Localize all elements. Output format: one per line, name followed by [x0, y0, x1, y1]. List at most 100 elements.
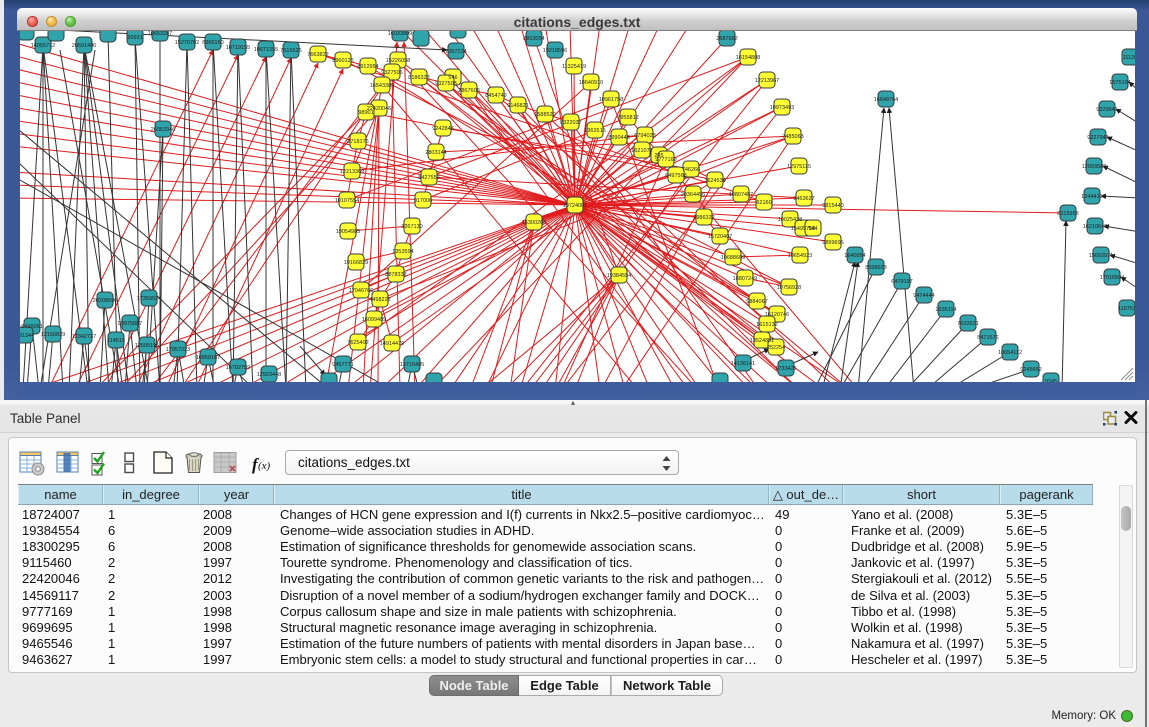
svg-text:7986322: 7986322 [693, 215, 714, 221]
svg-text:4498222: 4498222 [369, 297, 390, 303]
svg-text:9327508: 9327508 [435, 81, 456, 87]
svg-text:19166829: 19166829 [344, 260, 368, 266]
svg-text:8878332: 8878332 [385, 272, 406, 278]
svg-text:7515526: 7515526 [280, 48, 301, 54]
svg-text:1588520: 1588520 [534, 112, 555, 118]
svg-text:6966160: 6966160 [202, 40, 223, 46]
svg-text:10756928: 10756928 [777, 285, 801, 291]
svg-text:12505195: 12505195 [135, 343, 159, 349]
svg-text:6479197: 6479197 [891, 279, 912, 285]
svg-text:114519: 114519 [107, 338, 125, 344]
svg-text:16120746: 16120746 [765, 312, 789, 318]
svg-text:17016504: 17016504 [1100, 275, 1124, 281]
svg-text:1621072: 1621072 [631, 148, 652, 154]
svg-text:917006: 917006 [414, 198, 432, 204]
svg-text:7485063: 7485063 [782, 134, 803, 140]
svg-text:17957223: 17957223 [166, 347, 190, 353]
svg-text:8960125: 8960125 [332, 58, 353, 64]
svg-text:8813054: 8813054 [523, 36, 544, 42]
svg-text:8427552: 8427552 [418, 175, 439, 181]
svg-text:8990448: 8990448 [608, 135, 629, 141]
svg-text:(x): (x) [258, 460, 271, 472]
svg-text:10107554: 10107554 [335, 198, 359, 204]
svg-text:1362615: 1362615 [584, 128, 605, 134]
svg-text:3267130: 3267130 [401, 224, 422, 230]
svg-text:16154808: 16154808 [736, 55, 760, 61]
svg-text:20364456: 20364456 [681, 192, 705, 198]
svg-text:10719155: 10719155 [226, 45, 250, 51]
svg-text:8322037: 8322037 [560, 120, 581, 126]
svg-text:7663822: 7663822 [307, 52, 328, 58]
svg-text:17046766: 17046766 [349, 288, 373, 294]
svg-text:14055712: 14055712 [31, 43, 55, 49]
svg-text:13716485: 13716485 [400, 362, 424, 368]
svg-text:11325419: 11325419 [562, 64, 586, 70]
svg-text:8938923: 8938923 [865, 265, 886, 271]
svg-text:15276702: 15276702 [175, 40, 199, 46]
svg-text:15300203: 15300203 [522, 220, 546, 226]
svg-text:1615132: 1615132 [756, 322, 777, 328]
svg-text:10671355: 10671355 [254, 47, 278, 53]
svg-text:18807249: 18807249 [733, 276, 757, 282]
svg-text:26053346: 26053346 [151, 127, 175, 133]
svg-text:9329946: 9329946 [1096, 107, 1117, 113]
svg-text:99975887: 99975887 [118, 321, 142, 327]
svg-text:252254: 252254 [767, 345, 785, 351]
svg-text:16099489: 16099489 [362, 317, 386, 323]
svg-text:9474444: 9474444 [913, 293, 934, 299]
svg-text:6497568: 6497568 [665, 173, 686, 179]
svg-text:8186328: 8186328 [408, 75, 429, 81]
svg-text:15720407: 15720407 [708, 234, 732, 240]
svg-text:10958167: 10958167 [196, 355, 220, 361]
svg-text:3624534: 3624534 [704, 178, 725, 184]
svg-text:14136141: 14136141 [731, 361, 755, 367]
svg-text:13524851: 13524851 [750, 338, 774, 344]
svg-text:12093583: 12093583 [1082, 164, 1106, 170]
svg-text:9884067: 9884067 [746, 299, 767, 305]
svg-text:16210643: 16210643 [1083, 224, 1107, 230]
svg-text:10807487: 10807487 [729, 192, 753, 198]
svg-text:62160: 62160 [756, 200, 771, 206]
svg-text:9463627: 9463627 [793, 196, 814, 202]
svg-text:18640910: 18640910 [579, 80, 603, 86]
svg-text:10654112: 10654112 [998, 350, 1022, 356]
svg-text:10961758: 10961758 [599, 97, 623, 103]
svg-text:9327506: 9327506 [381, 70, 402, 76]
svg-text:12923448: 12923448 [257, 372, 281, 378]
svg-text:19724001: 19724001 [563, 203, 587, 209]
svg-text:19218596: 19218596 [543, 48, 567, 54]
svg-text:1733426: 1733426 [775, 366, 796, 372]
svg-text:15692971: 15692971 [1089, 253, 1113, 259]
svg-text:19384554: 19384554 [607, 273, 631, 279]
svg-text:8215958: 8215958 [1057, 211, 1078, 217]
svg-text:9815440: 9815440 [822, 203, 843, 209]
svg-text:7625402: 7625402 [347, 340, 368, 346]
svg-text:14914479: 14914479 [380, 341, 404, 347]
svg-text:16648764: 16648764 [874, 97, 898, 103]
svg-text:16033809: 16033809 [388, 31, 412, 37]
svg-text:11126: 11126 [1123, 55, 1135, 61]
svg-text:9777169: 9777169 [655, 157, 676, 163]
svg-text:9242848: 9242848 [432, 126, 453, 132]
svg-text:9245: 9245 [1045, 379, 1057, 382]
svg-text:12342737: 12342737 [72, 334, 96, 340]
svg-text:19054985: 19054985 [336, 229, 360, 235]
svg-text:116753: 116753 [1118, 306, 1135, 312]
svg-text:944: 944 [808, 226, 817, 232]
svg-text:10653287: 10653287 [148, 31, 172, 37]
svg-text:98901: 98901 [358, 110, 373, 116]
svg-text:20208596: 20208596 [93, 298, 117, 304]
svg-text:7357224: 7357224 [445, 49, 466, 55]
svg-text:19654923: 19654923 [788, 253, 812, 259]
svg-text:8435061: 8435061 [21, 324, 42, 330]
svg-text:7632621: 7632621 [957, 321, 978, 327]
svg-text:10025438: 10025438 [778, 217, 802, 223]
svg-text:2867608: 2867608 [458, 88, 479, 94]
svg-text:8454749: 8454749 [485, 93, 506, 99]
svg-text:12975115: 12975115 [787, 164, 811, 170]
svg-text:12213369: 12213369 [340, 169, 364, 175]
svg-text:10973493: 10973493 [770, 105, 794, 111]
svg-text:391344: 391344 [20, 333, 34, 339]
svg-text:1353594: 1353594 [392, 249, 413, 255]
svg-text:9146821: 9146821 [507, 103, 528, 109]
